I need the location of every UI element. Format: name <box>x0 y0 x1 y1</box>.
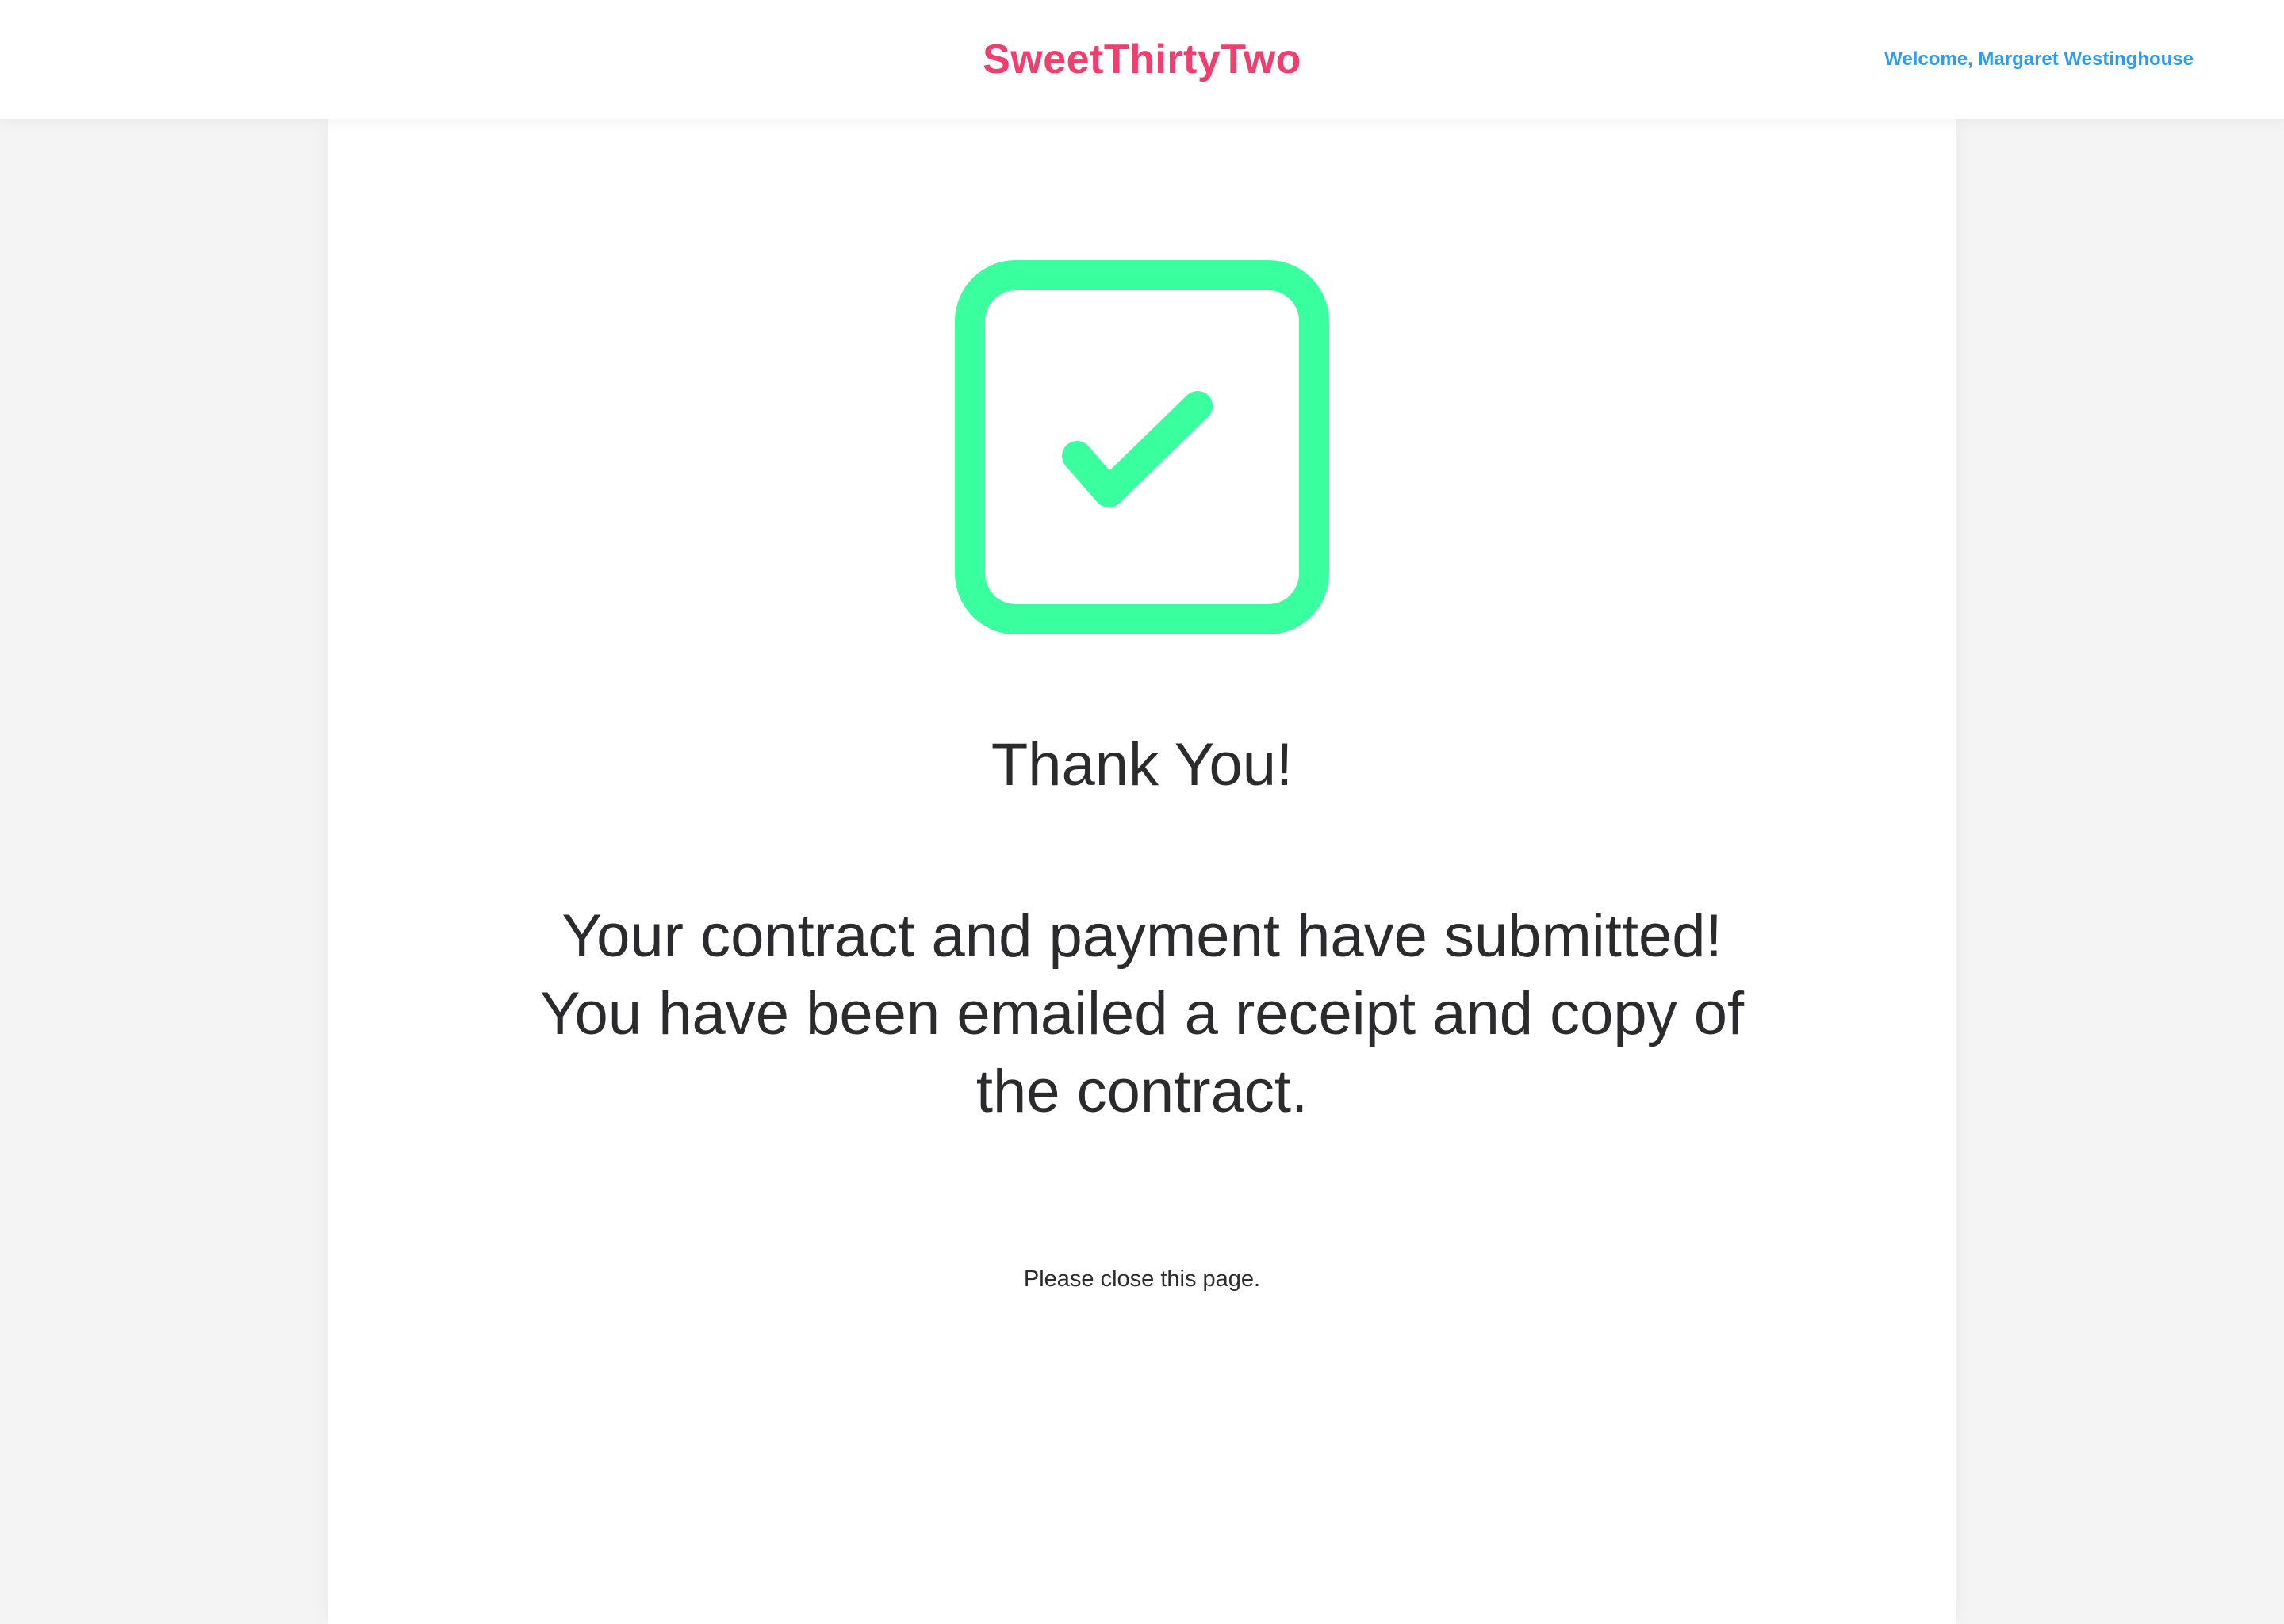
thank-you-heading: Thank You! <box>991 731 1293 799</box>
message-line-2: You have been emailed a receipt and copy… <box>539 980 1745 1125</box>
confirmation-message: Your contract and payment have submitted… <box>508 898 1776 1131</box>
checkbox-check-icon <box>955 260 1329 634</box>
close-page-note: Please close this page. <box>1023 1266 1261 1292</box>
message-line-1: Your contract and payment have submitted… <box>561 902 1723 970</box>
top-header: SweetThirtyTwo Welcome, Margaret Westing… <box>0 0 2284 119</box>
welcome-user-link[interactable]: Welcome, Margaret Westinghouse <box>1884 0 2194 119</box>
